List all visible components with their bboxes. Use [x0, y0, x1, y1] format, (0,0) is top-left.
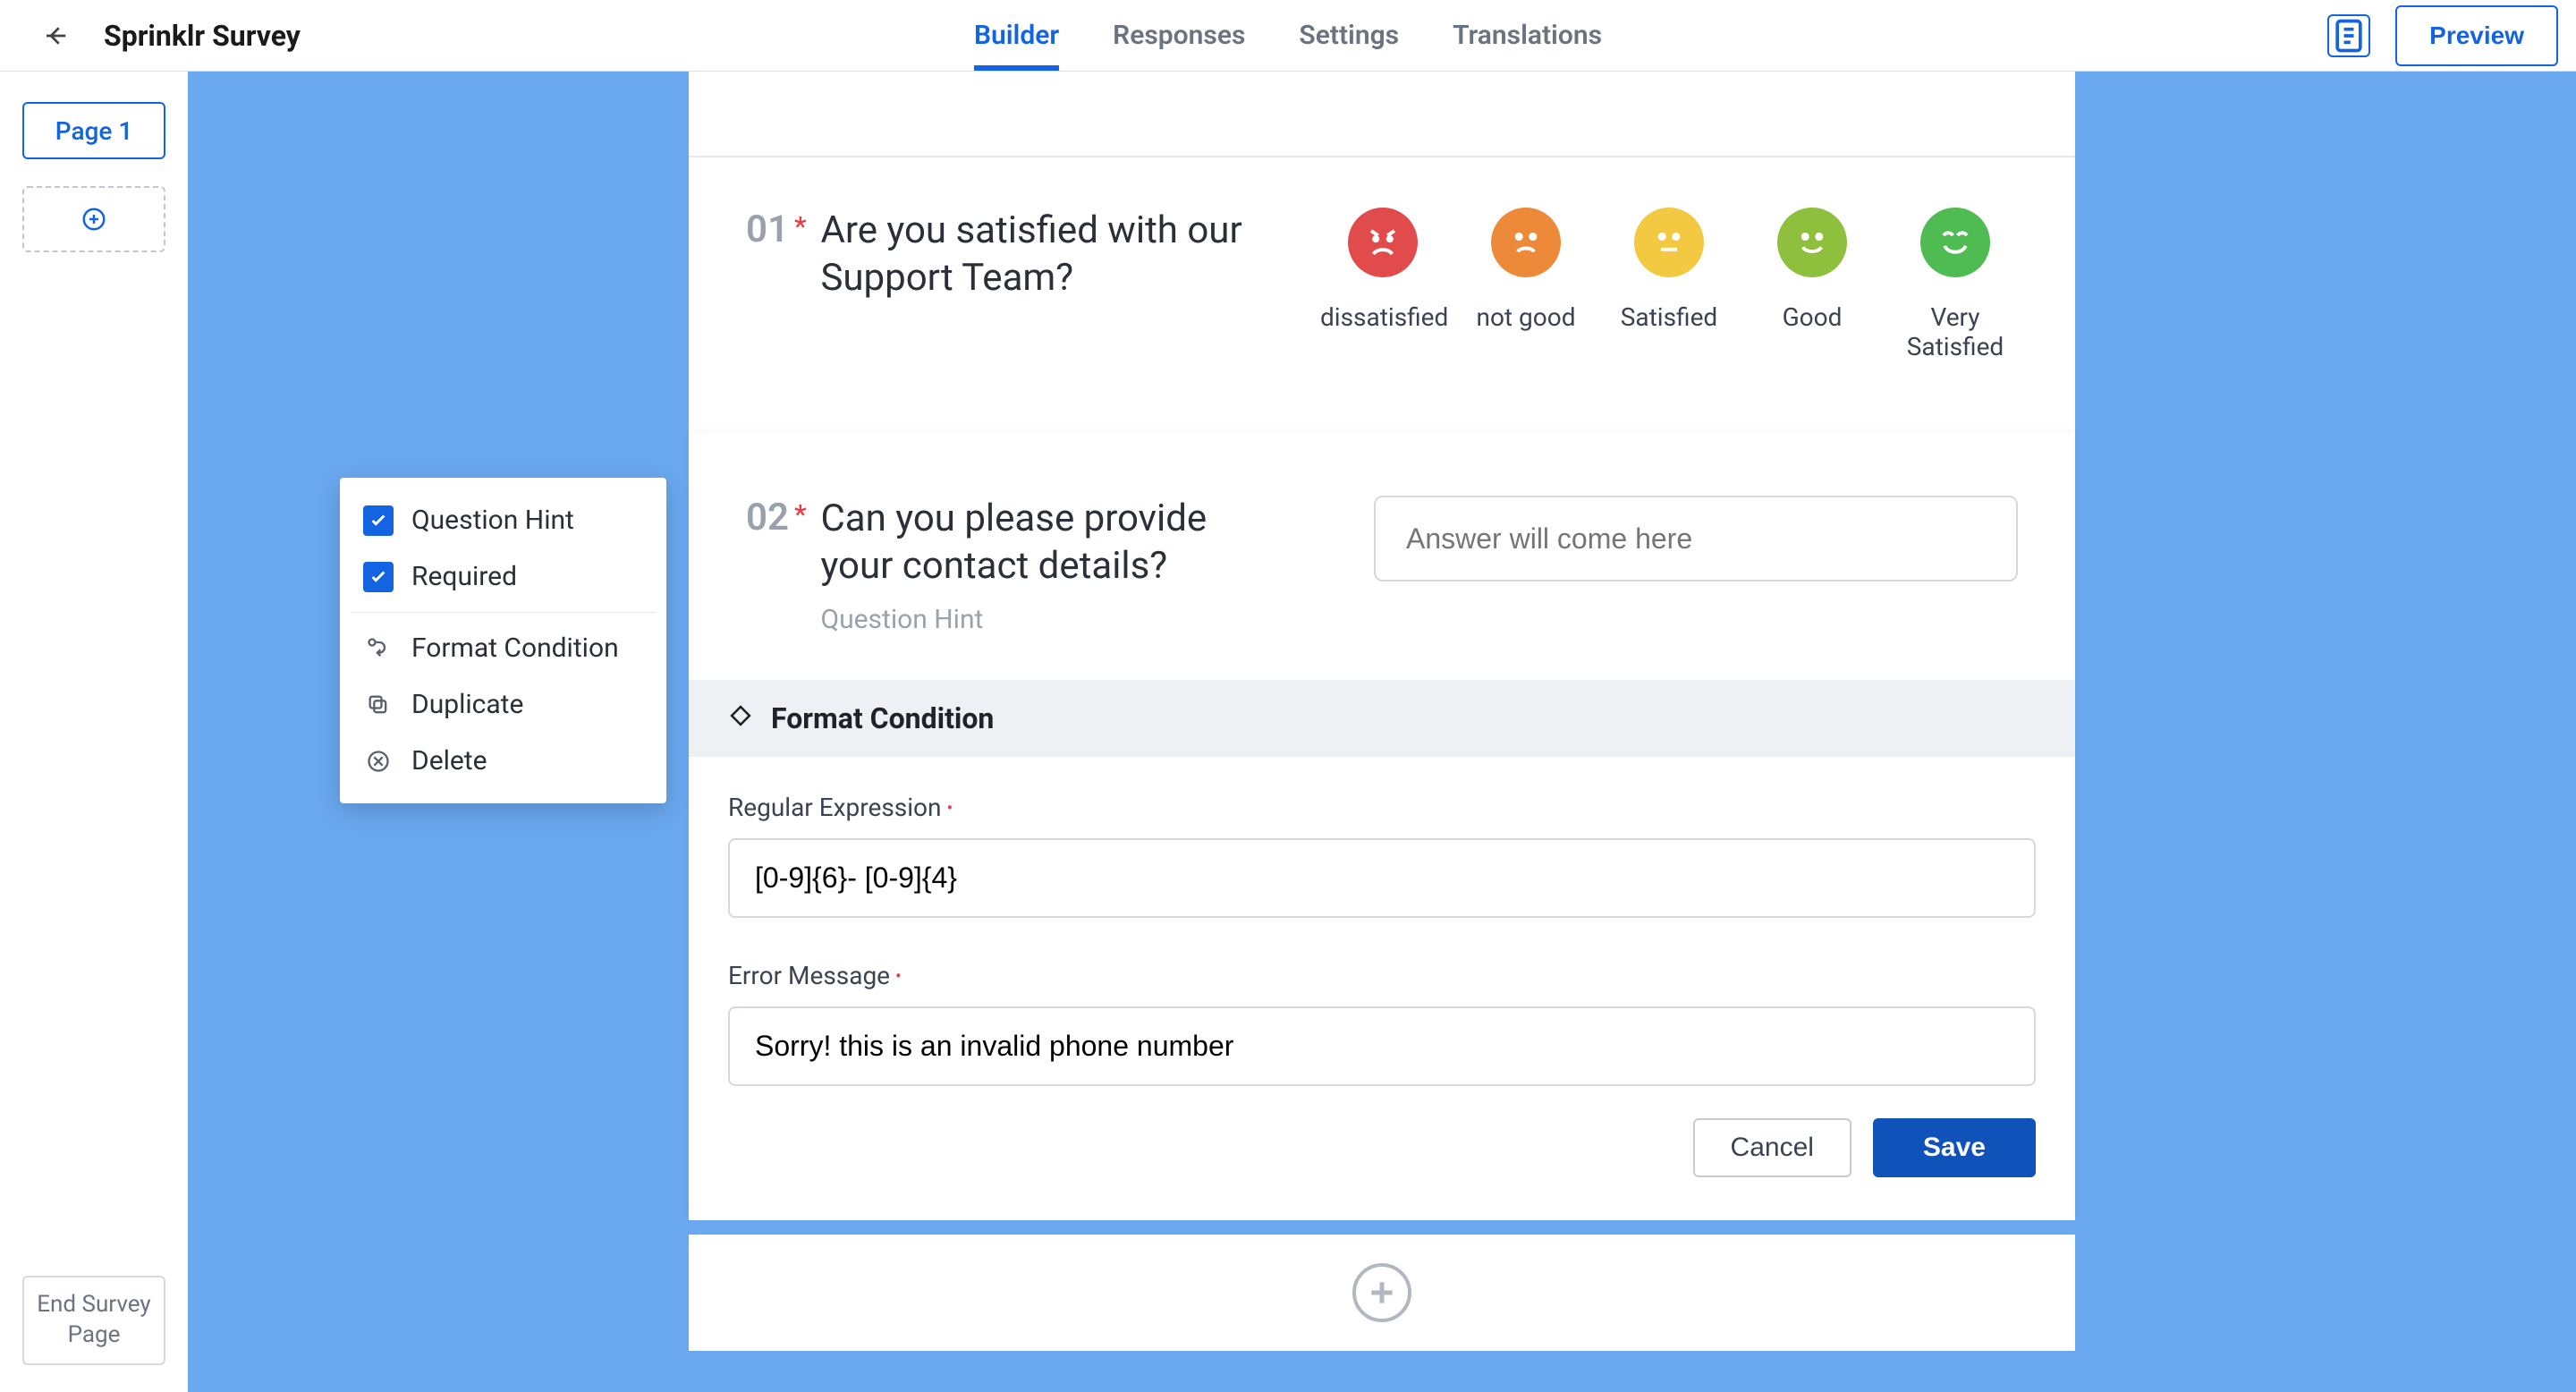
emoji-label: Good [1750, 302, 1875, 332]
emoji-label: dissatisfied [1320, 302, 1445, 332]
emoji-option-4[interactable]: Good [1750, 208, 1875, 332]
emoji-option-5[interactable]: Very Satisfied [1893, 208, 2018, 361]
emoji-option-2[interactable]: not good [1463, 208, 1589, 332]
answer-input[interactable] [1374, 496, 2018, 581]
divider [351, 612, 656, 613]
delete-icon [363, 746, 394, 777]
question-context-menu: Question Hint Required Format Condition [340, 478, 666, 803]
emoji-label: Very Satisfied [1893, 302, 2018, 361]
back-arrow-icon[interactable] [36, 16, 75, 55]
page-title: Sprinklr Survey [104, 19, 301, 53]
ctx-label: Question Hint [411, 505, 574, 536]
ctx-duplicate[interactable]: Duplicate [340, 676, 666, 733]
emoji-label: not good [1463, 302, 1589, 332]
pages-sidebar: Page 1 End Survey Page [0, 72, 188, 1392]
ctx-label: Required [411, 561, 517, 592]
emoji-scale: dissatisfied not good [1320, 208, 2018, 361]
format-condition-icon [363, 633, 394, 664]
ctx-label: Duplicate [411, 689, 523, 720]
emoji-face-angry-icon [1348, 208, 1418, 277]
add-question-row [689, 1235, 2075, 1351]
required-asterisk-icon: * [794, 211, 806, 251]
emoji-label: Satisfied [1606, 302, 1732, 332]
save-button[interactable]: Save [1873, 1118, 2036, 1177]
ctx-required[interactable]: Required [340, 548, 666, 605]
required-dot-icon: • [895, 965, 902, 987]
sidebar-page-1[interactable]: Page 1 [22, 102, 165, 159]
end-survey-page-button[interactable]: End Survey Page [22, 1276, 165, 1365]
header-bar: Sprinklr Survey Builder Responses Settin… [0, 0, 2576, 72]
regex-label: Regular Expression• [728, 793, 2036, 822]
regex-input[interactable] [728, 838, 2036, 918]
emoji-face-happy-icon [1777, 208, 1847, 277]
tab-builder[interactable]: Builder [974, 0, 1059, 71]
tab-translations[interactable]: Translations [1453, 0, 1602, 71]
builder-canvas: Question Hint Required Format Condition [188, 72, 2576, 1392]
emoji-face-sad-icon [1491, 208, 1561, 277]
ctx-label: Format Condition [411, 632, 619, 664]
checkbox-checked-icon [363, 562, 394, 592]
previous-content-shim [689, 72, 2075, 157]
question-2[interactable]: 02* Can you please provide your contact … [689, 433, 2075, 1220]
duplicate-icon [363, 690, 394, 720]
add-question-button[interactable] [1352, 1263, 1411, 1322]
survey-outline-icon[interactable] [2327, 14, 2370, 57]
question-number: 01* [746, 208, 806, 251]
emoji-option-1[interactable]: dissatisfied [1320, 208, 1445, 332]
tab-responses[interactable]: Responses [1113, 0, 1245, 71]
error-message-input[interactable] [728, 1006, 2036, 1086]
format-condition-header: Format Condition [689, 680, 2075, 757]
emoji-face-very-happy-icon [1920, 208, 1990, 277]
required-dot-icon: • [946, 797, 953, 819]
add-page-button[interactable] [22, 186, 165, 252]
ctx-format-condition[interactable]: Format Condition [340, 620, 666, 676]
ctx-delete[interactable]: Delete [340, 733, 666, 789]
question-text: Can you please provide your contact deta… [820, 496, 1285, 590]
header-tabs: Builder Responses Settings Translations [974, 0, 1602, 71]
ctx-question-hint[interactable]: Question Hint [340, 492, 666, 548]
emoji-face-neutral-icon [1634, 208, 1704, 277]
ctx-label: Delete [411, 745, 487, 777]
diamond-icon [728, 701, 753, 735]
preview-button[interactable]: Preview [2395, 5, 2558, 66]
question-number: 02* [746, 496, 806, 539]
required-asterisk-icon: * [794, 499, 806, 539]
question-1[interactable]: 01* Are you satisfied with our Support T… [689, 157, 2075, 433]
question-text: Are you satisfied with our Support Team? [820, 208, 1284, 301]
format-condition-title: Format Condition [771, 701, 994, 735]
checkbox-checked-icon [363, 505, 394, 536]
format-condition-body: Regular Expression• Error Message• Cance… [689, 757, 2075, 1220]
error-message-label: Error Message• [728, 961, 2036, 990]
emoji-option-3[interactable]: Satisfied [1606, 208, 1732, 332]
question-hint-text[interactable]: Question Hint [820, 604, 1285, 635]
tab-settings[interactable]: Settings [1299, 0, 1399, 71]
survey-page-editor: 01* Are you satisfied with our Support T… [689, 72, 2075, 1392]
cancel-button[interactable]: Cancel [1693, 1118, 1852, 1177]
